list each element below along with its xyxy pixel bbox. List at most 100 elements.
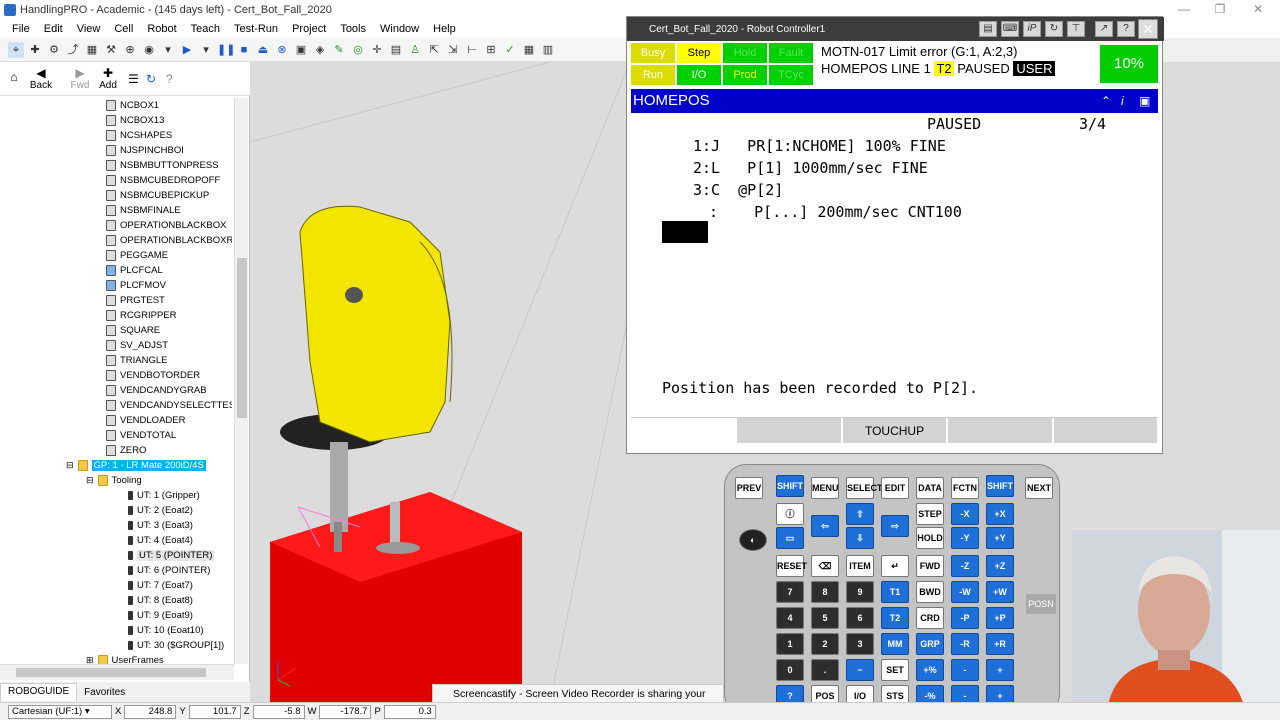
menu-robot[interactable]: Robot xyxy=(147,23,176,35)
tab-roboguide[interactable]: ROBOGUIDE xyxy=(0,683,78,701)
menu-edit[interactable]: Edit xyxy=(44,23,63,35)
tree-item[interactable]: VENDTOTAL xyxy=(106,428,176,443)
tool-icon[interactable]: ⚒ xyxy=(103,42,119,58)
jog-minus-j7-icon[interactable]: - xyxy=(951,659,979,681)
select-icon[interactable]: ⌖ xyxy=(8,41,24,58)
num-5-key[interactable]: 5 xyxy=(811,607,839,629)
person-icon[interactable]: ♙ xyxy=(407,42,423,58)
deadman-switch-icon[interactable]: ◐ xyxy=(739,529,767,551)
num-4-key[interactable]: 4 xyxy=(776,607,804,629)
hold-key-icon[interactable]: HOLD xyxy=(916,527,944,549)
backspace-key-icon[interactable]: ⌫ xyxy=(811,555,839,577)
enter-key-icon[interactable]: ↵ xyxy=(881,555,909,577)
help-icon[interactable]: ? xyxy=(166,72,173,86)
pendant-keyboard-icon[interactable]: ⌨ xyxy=(1001,21,1019,37)
tree-item[interactable]: VENDCANDYSELECTTEST xyxy=(106,398,232,413)
jog-icon[interactable]: ⇲ xyxy=(445,42,461,58)
arrow-right-icon[interactable]: ⇨ xyxy=(881,515,909,537)
tree-item[interactable]: VENDBOTORDER xyxy=(106,368,200,383)
expand-icon[interactable]: ⊞ xyxy=(86,655,94,664)
pendant-menu-icon[interactable]: ▤ xyxy=(979,21,997,37)
program-line-2[interactable]: 2:L P[1] 1000mm/sec FINE xyxy=(693,159,928,177)
step-key-icon[interactable]: STEP xyxy=(916,503,944,525)
tree-item[interactable]: UT: 2 (Eoat2) xyxy=(128,503,193,518)
tree-item[interactable]: UT: 5 (POINTER) xyxy=(128,548,215,563)
check-icon[interactable]: ✓ xyxy=(502,42,518,58)
tree-item[interactable]: UT: 9 (Eoat9) xyxy=(128,608,193,623)
dropdown-icon[interactable]: ▾ xyxy=(160,42,176,58)
tool2-key-icon[interactable]: T2 xyxy=(881,607,909,629)
data-key[interactable]: DATA xyxy=(916,477,944,499)
snap-icon[interactable]: ⊞ xyxy=(483,42,499,58)
tree-item[interactable]: UT: 4 (Eoat4) xyxy=(128,533,193,548)
tree-item[interactable]: SV_ADJST xyxy=(106,338,168,353)
menu-cell[interactable]: Cell xyxy=(114,23,133,35)
f4-key[interactable] xyxy=(948,418,1052,443)
pendant-help-icon[interactable]: ? xyxy=(1117,21,1135,37)
maximize-button[interactable]: ❐ xyxy=(1200,2,1240,16)
tree-item-userframes[interactable]: ⊞ UserFrames xyxy=(86,653,164,664)
tree-item[interactable]: SQUARE xyxy=(106,323,160,338)
tree-item[interactable]: TRIANGLE xyxy=(106,353,168,368)
next-key[interactable]: NEXT xyxy=(1025,477,1053,499)
menu-window[interactable]: Window xyxy=(380,23,419,35)
decimal-key[interactable]: . xyxy=(811,659,839,681)
edit-key[interactable]: EDIT xyxy=(881,477,909,499)
menu-file[interactable]: File xyxy=(12,23,30,35)
move-menu-key-icon[interactable]: MM xyxy=(881,633,909,655)
reset-key-icon[interactable]: RESET xyxy=(776,555,807,577)
tree-item[interactable]: PEGGAME xyxy=(106,248,168,263)
tree-item[interactable]: PLCFCAL xyxy=(106,263,163,278)
jog-minus-w-icon[interactable]: -W xyxy=(951,581,979,603)
pendant-ip-icon[interactable]: iP xyxy=(1023,21,1041,37)
close-button[interactable]: ✕ xyxy=(1238,2,1278,16)
robot-icon[interactable]: ⤴ xyxy=(65,42,81,58)
frame-icon[interactable]: ✛ xyxy=(369,42,385,58)
shift-key-right[interactable]: SHIFT xyxy=(986,475,1014,497)
arrow-down-icon[interactable]: ⇩ xyxy=(846,527,874,549)
num-9-key[interactable]: 9 xyxy=(846,581,874,603)
jog-minus-r-icon[interactable]: -R xyxy=(951,633,979,655)
menu-project[interactable]: Project xyxy=(292,23,326,35)
minus-key-icon[interactable]: − xyxy=(846,659,874,681)
tree-horizontal-scrollbar[interactable] xyxy=(0,664,234,680)
menu-view[interactable]: View xyxy=(77,23,101,35)
select-key[interactable]: SELECT xyxy=(846,477,883,499)
num-6-key[interactable]: 6 xyxy=(846,607,874,629)
program-line-3[interactable]: 3:C @P[2] xyxy=(693,181,783,199)
num-7-key[interactable]: 7 xyxy=(776,581,804,603)
tree-vertical-scrollbar[interactable] xyxy=(234,98,248,664)
cell-icon[interactable]: ⚙ xyxy=(46,42,62,58)
collapse-icon[interactable]: ⊟ xyxy=(66,460,74,471)
fwd-key-icon[interactable]: FWD xyxy=(916,555,944,577)
collision-icon[interactable]: ◈ xyxy=(312,42,328,58)
tree-item-robot-group[interactable]: ⊟ GP: 1 - LR Mate 200iD/4S xyxy=(66,458,206,473)
tree-item[interactable]: OPERATIONBLACKBOX xyxy=(106,218,226,233)
refresh-icon[interactable]: ↻ xyxy=(146,72,156,86)
target-icon[interactable]: ◎ xyxy=(350,42,366,58)
pause-icon[interactable]: ❚❚ xyxy=(217,42,235,58)
tree-item[interactable]: NSBMCUBEPICKUP xyxy=(106,188,209,203)
disp-key-icon[interactable]: ▭ xyxy=(776,527,804,549)
info-key-icon[interactable]: ⓘ xyxy=(776,503,804,525)
chart-icon[interactable]: ▥ xyxy=(540,42,556,58)
tree-item[interactable]: NSBMCUBEDROPOFF xyxy=(106,173,220,188)
dropdown-icon[interactable]: ▾ xyxy=(198,42,214,58)
tree-item[interactable]: NCSHAPES xyxy=(106,128,172,143)
tree-item[interactable]: UT: 1 (Gripper) xyxy=(128,488,200,503)
f5-key[interactable] xyxy=(1053,418,1158,443)
setup-key-icon[interactable]: SET xyxy=(881,659,909,681)
bwd-key-icon[interactable]: BWD xyxy=(916,581,944,603)
menu-teach[interactable]: Teach xyxy=(191,23,220,35)
tree-item[interactable]: PLCFMOV xyxy=(106,278,166,293)
arrow-left-icon[interactable]: ⇦ xyxy=(811,515,839,537)
jog-plus-x-icon[interactable]: +X xyxy=(986,503,1014,525)
forward-button[interactable]: ▶ Fwd xyxy=(68,66,92,91)
tree-item[interactable]: VENDLOADER xyxy=(106,413,185,428)
tree-item[interactable]: PRGTEST xyxy=(106,293,165,308)
teach-icon[interactable]: ⊕ xyxy=(122,42,138,58)
window-mode-icon[interactable]: ▣ xyxy=(1139,89,1150,113)
eject-icon[interactable]: ⏏ xyxy=(255,42,271,58)
prev-key[interactable]: PREV xyxy=(735,477,763,499)
tree-item[interactable]: VENDCANDYGRAB xyxy=(106,383,207,398)
